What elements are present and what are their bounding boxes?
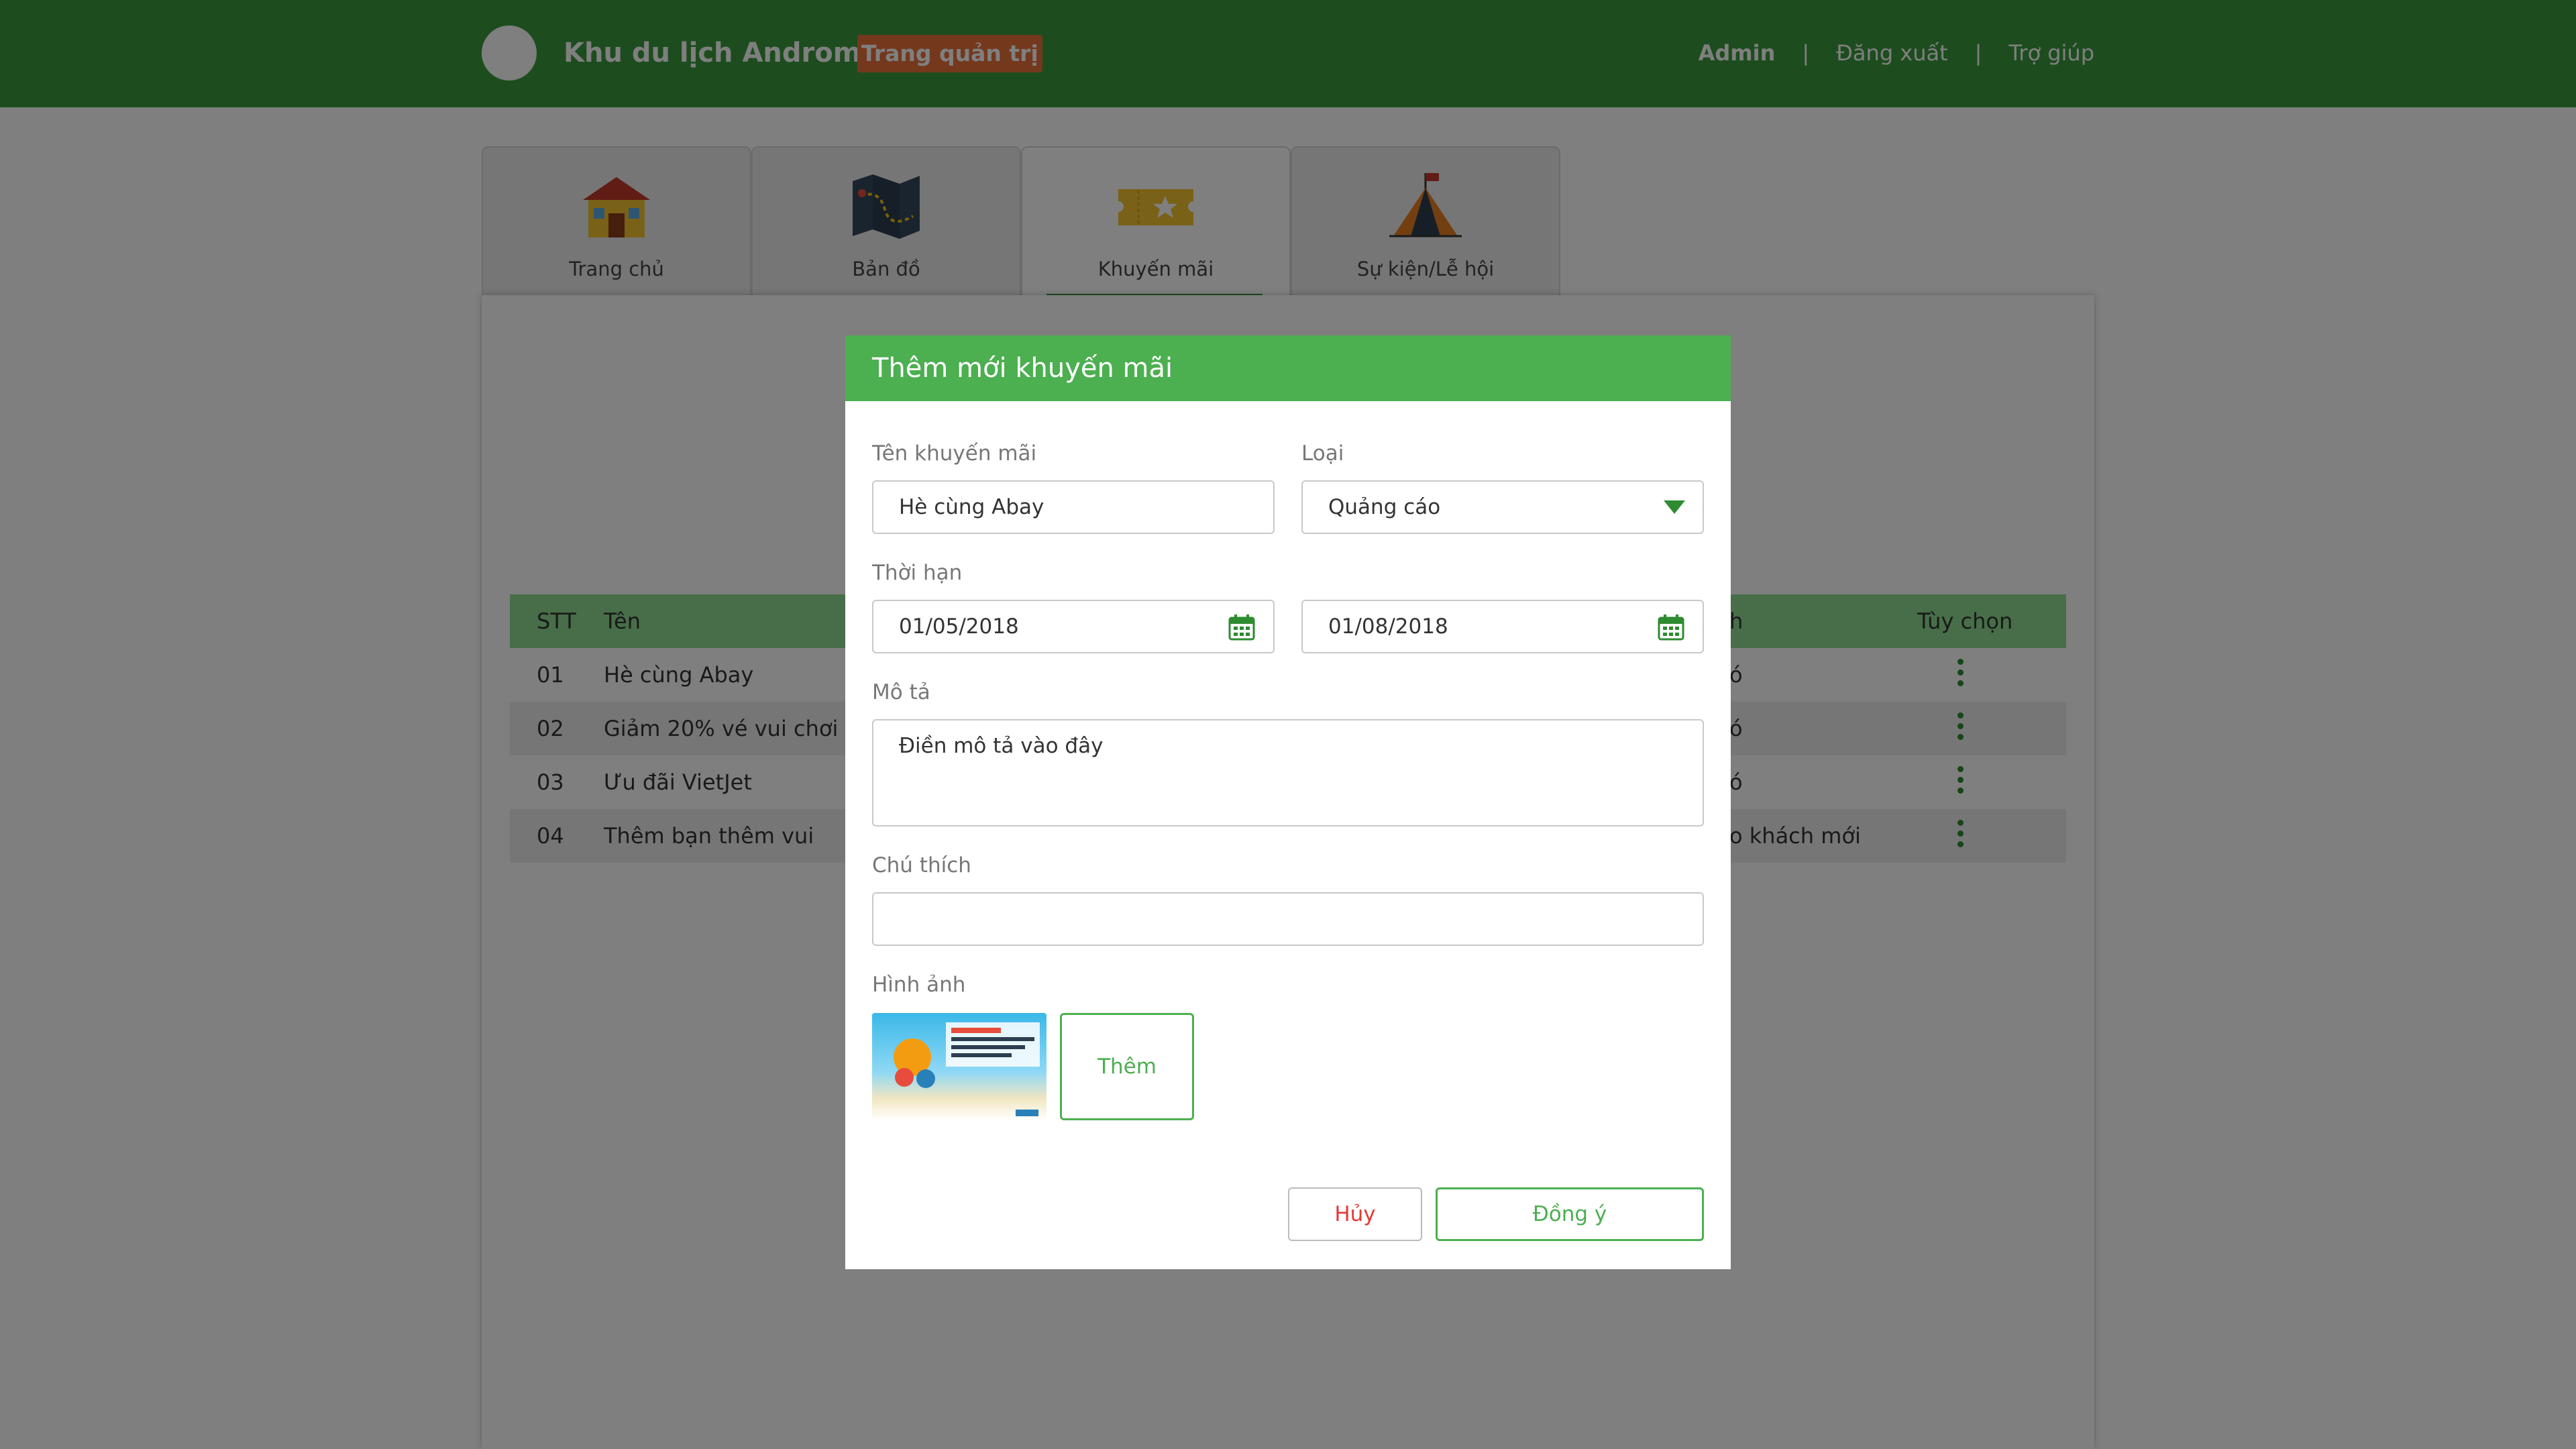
dialog-title: Thêm mới khuyến mãi xyxy=(872,353,1173,384)
description-textarea[interactable]: Điền mô tả vào đây xyxy=(872,719,1704,826)
promo-name-label: Tên khuyến mãi xyxy=(872,441,1037,466)
promo-name-value: Hè cùng Abay xyxy=(899,495,1044,519)
period-label: Thời hạn xyxy=(872,561,963,585)
calendar-icon[interactable] xyxy=(1228,613,1256,641)
promo-type-label: Loại xyxy=(1301,441,1344,466)
description-label: Mô tả xyxy=(872,680,930,704)
promo-image-thumbnail[interactable] xyxy=(872,1013,1046,1120)
promo-type-select[interactable]: Quảng cáo xyxy=(1301,480,1704,534)
end-date-input[interactable]: 01/08/2018 xyxy=(1301,600,1704,653)
end-date-value: 01/08/2018 xyxy=(1328,614,1448,639)
chevron-down-icon[interactable] xyxy=(1664,500,1685,514)
description-value: Điền mô tả vào đây xyxy=(899,734,1104,758)
confirm-button[interactable]: Đồng ý xyxy=(1436,1187,1704,1241)
promo-name-input[interactable]: Hè cùng Abay xyxy=(872,480,1275,534)
start-date-value: 01/05/2018 xyxy=(899,614,1019,639)
note-label: Chú thích xyxy=(872,853,971,877)
promo-type-value: Quảng cáo xyxy=(1328,495,1441,519)
image-label: Hình ảnh xyxy=(872,973,966,997)
note-input[interactable] xyxy=(872,892,1704,946)
add-image-button[interactable]: Thêm xyxy=(1060,1013,1194,1120)
add-promotion-dialog: Thêm mới khuyến mãi Tên khuyến mãi Hè cù… xyxy=(845,335,1731,1269)
start-date-input[interactable]: 01/05/2018 xyxy=(872,600,1275,653)
dialog-header: Thêm mới khuyến mãi xyxy=(845,335,1731,401)
cancel-button[interactable]: Hủy xyxy=(1288,1187,1422,1241)
beach-image-icon xyxy=(894,1022,1040,1116)
calendar-icon[interactable] xyxy=(1657,613,1685,641)
